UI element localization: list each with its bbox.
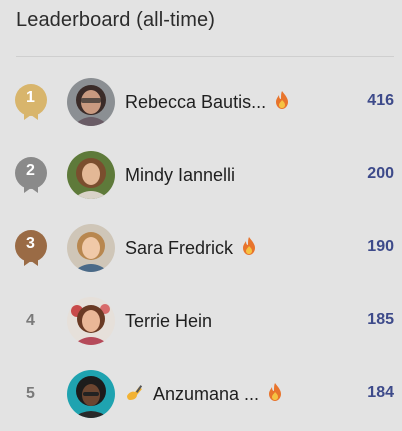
rank-number: 5 [26, 385, 35, 402]
avatar[interactable] [67, 224, 115, 272]
rank-number: 4 [26, 312, 35, 329]
rank-number: 2 [26, 162, 35, 179]
avatar[interactable] [67, 370, 115, 418]
avatar[interactable] [67, 297, 115, 345]
leaderboard-row[interactable]: 3 Sara Fredrick 190 [0, 218, 402, 278]
gold-medal-icon: 1 [12, 82, 50, 122]
flame-icon [267, 382, 283, 402]
flame-icon [241, 236, 257, 256]
leaderboard-panel: Leaderboard (all-time) 1 Rebecca Bautis.… [0, 0, 402, 431]
flame-icon [274, 90, 290, 110]
leaderboard-row[interactable]: 2 Mindy Iannelli 200 [0, 145, 402, 205]
leaderboard-row[interactable]: 1 Rebecca Bautis... 416 [0, 72, 402, 132]
rank-number: 3 [26, 235, 35, 252]
player-name[interactable]: Terrie Hein [125, 309, 212, 333]
rank-plain: 4 [12, 301, 50, 341]
player-score: 185 [367, 311, 394, 328]
rank-plain: 5 [12, 374, 50, 414]
divider [16, 56, 394, 57]
player-name[interactable]: Anzumana ... [125, 382, 283, 408]
player-score: 184 [367, 384, 394, 401]
avatar[interactable] [67, 78, 115, 126]
leaderboard-row[interactable]: 5 Anzumana ... 184 [0, 364, 402, 424]
leaderboard-row[interactable]: 4 Terrie Hein 185 [0, 291, 402, 351]
player-score: 190 [367, 238, 394, 255]
bronze-medal-icon: 3 [12, 228, 50, 268]
player-score: 200 [367, 165, 394, 182]
rank-number: 1 [26, 89, 35, 106]
leaderboard-title: Leaderboard (all-time) [16, 9, 215, 31]
player-name[interactable]: Mindy Iannelli [125, 163, 235, 187]
player-score: 416 [367, 92, 394, 109]
player-name[interactable]: Sara Fredrick [125, 236, 257, 260]
player-name[interactable]: Rebecca Bautis... [125, 90, 290, 114]
avatar[interactable] [67, 151, 115, 199]
writing-hand-icon [125, 384, 145, 408]
silver-medal-icon: 2 [12, 155, 50, 195]
